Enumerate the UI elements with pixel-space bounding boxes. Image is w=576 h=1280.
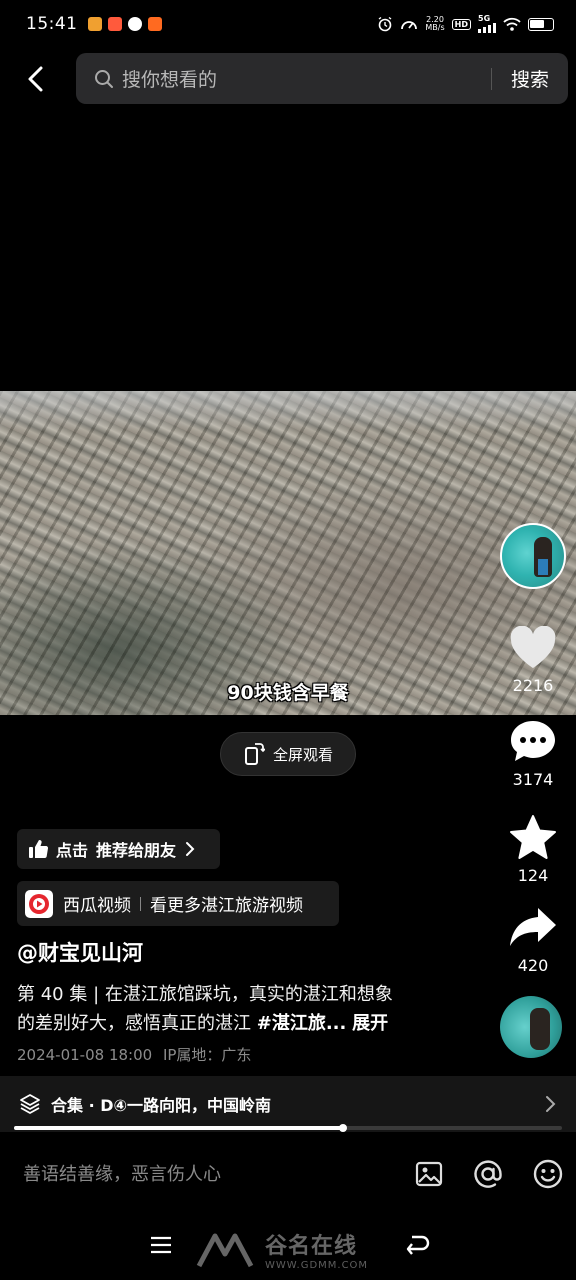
avatar-figure	[530, 1008, 550, 1050]
recommend-label: 推荐给朋友	[96, 841, 177, 860]
comment-input[interactable]: 善语结善缘，恶言伤人心	[23, 1160, 221, 1186]
layers-icon	[20, 1094, 40, 1114]
music-disc-avatar[interactable]	[500, 996, 562, 1058]
app-notification-icon	[147, 17, 162, 31]
comment-count: 3174	[512, 770, 554, 789]
share-icon	[510, 908, 556, 946]
back-gesture-icon[interactable]	[404, 1234, 430, 1256]
recommend-prefix: 点击	[56, 841, 89, 860]
thumbs-up-icon	[29, 840, 48, 859]
status-bar: 15:41 2.20 MB/s HD 5G	[0, 0, 576, 48]
hd-badge: HD	[451, 18, 471, 30]
signal-icon	[478, 23, 496, 33]
emoji-icon[interactable]	[532, 1158, 564, 1190]
search-button[interactable]: 搜索	[492, 65, 568, 92]
heart-icon	[510, 625, 556, 668]
app-notification-icon	[87, 17, 102, 31]
post-description[interactable]: 第 40 集 | 在湛江旅馆踩坑，真实的湛江和想象 的差别好大，感悟真正的湛江 …	[17, 980, 477, 1038]
speedometer-icon	[401, 21, 418, 30]
recommend-to-friends-button[interactable]: 点击 推荐给朋友	[17, 829, 220, 869]
mention-icon[interactable]	[472, 1158, 504, 1190]
search-bar[interactable]: 搜你想看的 搜索	[76, 53, 568, 104]
favorite-button[interactable]: 124	[500, 814, 566, 885]
watermark-brand: 谷名在线	[265, 1234, 358, 1259]
chevron-right-icon	[546, 1096, 556, 1112]
network-speed-unit: MB/s	[425, 23, 445, 32]
like-count: 2216	[512, 676, 554, 695]
video-caption: 90块钱含早餐	[227, 682, 349, 704]
description-line-2-text: 的差别好大，感悟真正的湛江	[17, 1013, 257, 1034]
fullscreen-button[interactable]: 全屏观看	[220, 732, 356, 776]
status-indicators: 2.20 MB/s HD 5G	[377, 15, 554, 33]
description-line-1: 第 40 集 | 在湛江旅馆踩坑，真实的湛江和想象	[17, 984, 393, 1005]
share-button[interactable]: 420	[500, 906, 566, 975]
avatar-figure-detail	[538, 559, 548, 575]
expand-description-button[interactable]: 展开	[352, 1013, 388, 1034]
image-icon[interactable]	[414, 1159, 444, 1189]
xigua-app-name: 西瓜视频	[63, 896, 131, 916]
comment-button[interactable]: 3174	[500, 718, 566, 789]
video-player[interactable]	[0, 391, 576, 715]
search-input[interactable]: 搜你想看的	[122, 65, 491, 92]
author-name[interactable]: @财宝见山河	[17, 937, 143, 967]
watermark-logo-icon	[196, 1233, 254, 1267]
favorite-count: 124	[517, 866, 549, 885]
watermark: 谷名在线 WWW.GDMM.COM	[195, 1228, 368, 1271]
notification-icons	[87, 17, 162, 31]
back-button[interactable]	[18, 58, 54, 100]
description-line-2: 的差别好大，感悟真正的湛江 #湛江旅... 展开	[17, 1009, 477, 1038]
network-speed: 2.20 MB/s	[425, 16, 444, 32]
alarm-icon	[378, 16, 392, 32]
collection-bar[interactable]: 合集 · D④一路向阳，中国岭南	[0, 1076, 576, 1132]
post-meta: 2024-01-08 18:00 IP属地：广东	[17, 1044, 251, 1065]
xigua-divider	[140, 896, 141, 911]
app-notification-icon	[107, 17, 122, 31]
fullscreen-label: 全屏观看	[272, 745, 333, 764]
collection-label: 合集 · D④一路向阳，中国岭南	[51, 1096, 272, 1115]
xigua-logo-icon	[25, 889, 53, 918]
wifi-icon	[503, 17, 521, 31]
comment-icon	[511, 721, 555, 761]
search-icon	[94, 68, 116, 90]
post-date: 2024-01-08 18:00	[17, 1046, 153, 1064]
ip-location: IP属地：广东	[162, 1046, 252, 1064]
network-type-label: 5G	[478, 14, 491, 23]
battery-icon	[528, 17, 554, 31]
chevron-right-icon	[186, 842, 195, 856]
xigua-video-link[interactable]: 西瓜视频 看更多湛江旅游视频	[17, 881, 339, 926]
progress-handle[interactable]	[338, 1124, 347, 1132]
chevron-left-icon	[28, 66, 43, 92]
video-progress-bar[interactable]	[14, 1124, 562, 1132]
comment-tools	[414, 1158, 564, 1190]
status-time: 15:41	[26, 14, 78, 34]
rotate-screen-icon	[244, 743, 265, 765]
system-nav-bar: 谷名在线 WWW.GDMM.COM	[0, 1220, 576, 1280]
author-avatar[interactable]	[500, 523, 566, 589]
progress-fill	[14, 1126, 343, 1130]
xigua-link-text: 看更多湛江旅游视频	[150, 896, 303, 916]
watermark-text-group: 谷名在线 WWW.GDMM.COM	[265, 1228, 368, 1271]
like-button[interactable]: 2216	[500, 625, 566, 695]
share-count: 420	[517, 956, 549, 975]
hashtag-link[interactable]: #湛江旅...	[257, 1013, 347, 1034]
watermark-url: WWW.GDMM.COM	[265, 1260, 369, 1271]
signal-indicator: 5G	[478, 15, 496, 33]
star-icon	[510, 815, 556, 859]
menu-icon[interactable]	[150, 1236, 172, 1254]
app-notification-icon	[127, 17, 142, 31]
